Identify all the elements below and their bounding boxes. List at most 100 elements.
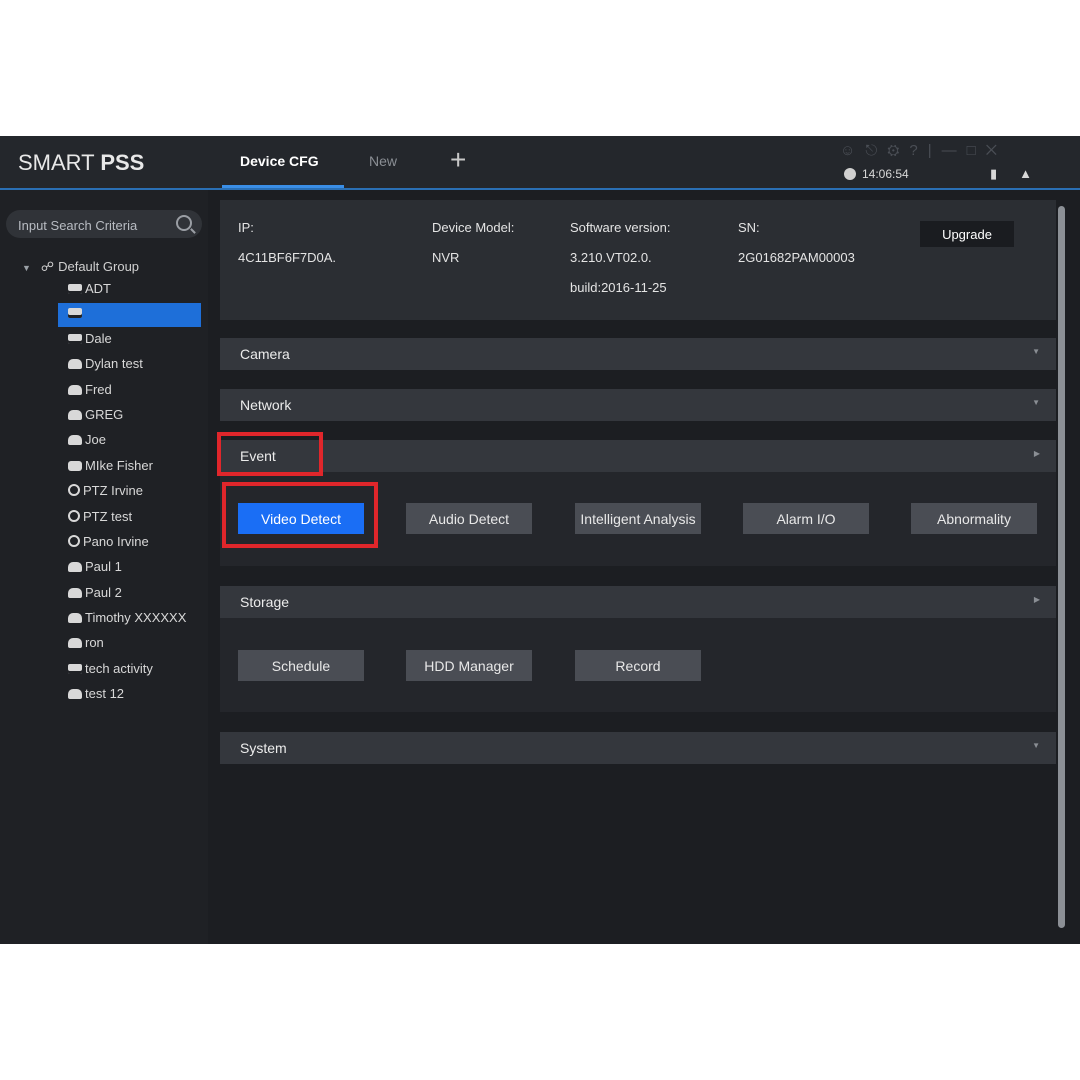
cam-device-icon [68, 461, 82, 471]
clock-icon [844, 168, 856, 180]
device-item[interactable]: PTZ Irvine [58, 481, 201, 505]
device-item[interactable]: Paul 1 [58, 557, 201, 581]
ip-value: 4C11BF6F7D0A. [238, 250, 337, 265]
help-icon[interactable]: ? [909, 142, 927, 159]
record-button[interactable]: Record [575, 650, 701, 681]
app-logo: SMART PSS [18, 150, 145, 175]
lock-icon[interactable]: ⎋ [865, 142, 887, 159]
dvr-device-icon [68, 385, 82, 395]
schedule-button[interactable]: Schedule [238, 650, 364, 681]
device-label: MIke Fisher [85, 458, 153, 473]
window-controls: ☺⎋⚙?|—□✕ [840, 142, 1007, 159]
device-item[interactable]: tech activity [58, 659, 201, 683]
minimize-icon[interactable]: — [942, 142, 967, 159]
group-label: Default Group [58, 259, 140, 274]
tray-icons: ▮▲ [990, 166, 1054, 182]
device-icon[interactable]: ▮ [990, 166, 1019, 181]
sn-value: 2G01682PAM00003 [738, 250, 855, 265]
section-event[interactable]: Event ▶ [220, 440, 1056, 472]
device-group[interactable]: ▼ ☍ Default Group [22, 259, 139, 275]
device-label: PTZ Irvine [83, 483, 143, 498]
ptz-device-icon [68, 510, 80, 522]
nvr-device-icon [68, 308, 82, 318]
device-label: GREG [85, 407, 124, 422]
device-label: Paul 1 [85, 559, 122, 574]
active-tab-indicator [222, 185, 344, 188]
device-item[interactable]: PTZ test [58, 507, 201, 531]
dvr-device-icon [68, 359, 82, 369]
storage-panel: Schedule HDD Manager Record [220, 618, 1056, 712]
audio-detect-button[interactable]: Audio Detect [406, 503, 532, 534]
event-highlight-box [217, 432, 323, 476]
device-item[interactable]: Paul 2 [58, 583, 201, 607]
device-item[interactable]: Timothy XXXXXX [58, 608, 201, 632]
device-label: Paul 2 [85, 585, 122, 600]
device-item[interactable]: MIke Fisher [58, 456, 201, 480]
device-label: PTZ test [83, 509, 133, 524]
chevron-down-icon: ▼ [1032, 398, 1040, 407]
device-label: Dale [85, 331, 112, 346]
software-label: Software version: [570, 220, 671, 235]
device-item[interactable]: Pano Irvine [58, 532, 201, 556]
ptz-device-icon [68, 535, 80, 547]
device-sidebar: ▼ ☍Default Group ADT Dale Dylan test Fred GRE… [0, 190, 208, 944]
device-item[interactable]: Joe [58, 430, 201, 454]
gear-icon[interactable]: ⚙ [887, 142, 909, 159]
device-item[interactable]: Dylan test [58, 354, 201, 378]
tab-device-cfg[interactable]: Device CFG [240, 153, 319, 169]
dvr-device-icon [68, 689, 82, 699]
device-config-panel: IP: 4C11BF6F7D0A. Device Model: NVR Soft… [208, 190, 1080, 944]
device-item[interactable]: GREG [58, 405, 201, 429]
add-tab-button[interactable]: + [450, 146, 466, 174]
device-label: Joe [85, 432, 106, 447]
chevron-right-icon: ▶ [1033, 449, 1040, 458]
section-storage[interactable]: Storage ▶ [220, 586, 1056, 618]
section-storage-label: Storage [240, 594, 290, 610]
chevron-down-icon[interactable]: ▼ [22, 263, 31, 273]
search-input[interactable] [16, 214, 170, 236]
sn-label: SN: [738, 220, 760, 235]
search-box [6, 210, 202, 238]
alarm-io-button[interactable]: Alarm I/O [743, 503, 869, 534]
device-label: Fred [85, 382, 112, 397]
clock-time: 14:06:54 [862, 167, 909, 181]
bell-icon[interactable]: ▲ [1019, 166, 1054, 181]
vertical-scrollbar[interactable] [1058, 206, 1065, 928]
clock: 14:06:54 [844, 167, 909, 181]
tab-new[interactable]: New [369, 153, 397, 169]
user-icon[interactable]: ☺ [840, 142, 865, 159]
section-system[interactable]: System ▼ [220, 732, 1056, 764]
dvr-device-icon [68, 562, 82, 572]
model-label: Device Model: [432, 220, 515, 235]
chevron-right-icon: ▶ [1033, 595, 1040, 604]
device-info-box: IP: 4C11BF6F7D0A. Device Model: NVR Soft… [220, 200, 1056, 320]
close-icon[interactable]: ✕ [986, 142, 1007, 159]
device-item[interactable]: test 12 [58, 684, 201, 708]
device-item[interactable]: ron [58, 633, 201, 657]
section-camera-label: Camera [240, 346, 290, 362]
device-item[interactable]: ADT [58, 279, 201, 303]
section-network-label: Network [240, 397, 292, 413]
intelligent-analysis-button[interactable]: Intelligent Analysis [575, 503, 701, 534]
device-label: ADT [85, 281, 111, 296]
chevron-down-icon: ▼ [1032, 347, 1040, 356]
section-network[interactable]: Network ▼ [220, 389, 1056, 421]
dvr-device-icon [68, 613, 82, 623]
search-icon[interactable] [176, 215, 192, 231]
ip-label: IP: [238, 220, 254, 235]
device-label: tech activity [85, 661, 153, 676]
group-tree-icon: ☍ [40, 259, 55, 274]
maximize-icon[interactable]: □ [967, 142, 986, 159]
nvr-device-icon [68, 664, 82, 674]
section-camera[interactable]: Camera ▼ [220, 338, 1056, 370]
upgrade-button[interactable]: Upgrade [920, 221, 1014, 247]
abnormality-button[interactable]: Abnormality [911, 503, 1037, 534]
software-value: 3.210.VT02.0. [570, 250, 652, 265]
nvr-device-icon [68, 284, 82, 294]
device-item[interactable]: Dale [58, 329, 201, 353]
chevron-down-icon: ▼ [1032, 741, 1040, 750]
device-item[interactable]: Fred [58, 380, 201, 404]
divider: | [927, 142, 942, 159]
device-item[interactable] [58, 303, 201, 327]
hdd-manager-button[interactable]: HDD Manager [406, 650, 532, 681]
